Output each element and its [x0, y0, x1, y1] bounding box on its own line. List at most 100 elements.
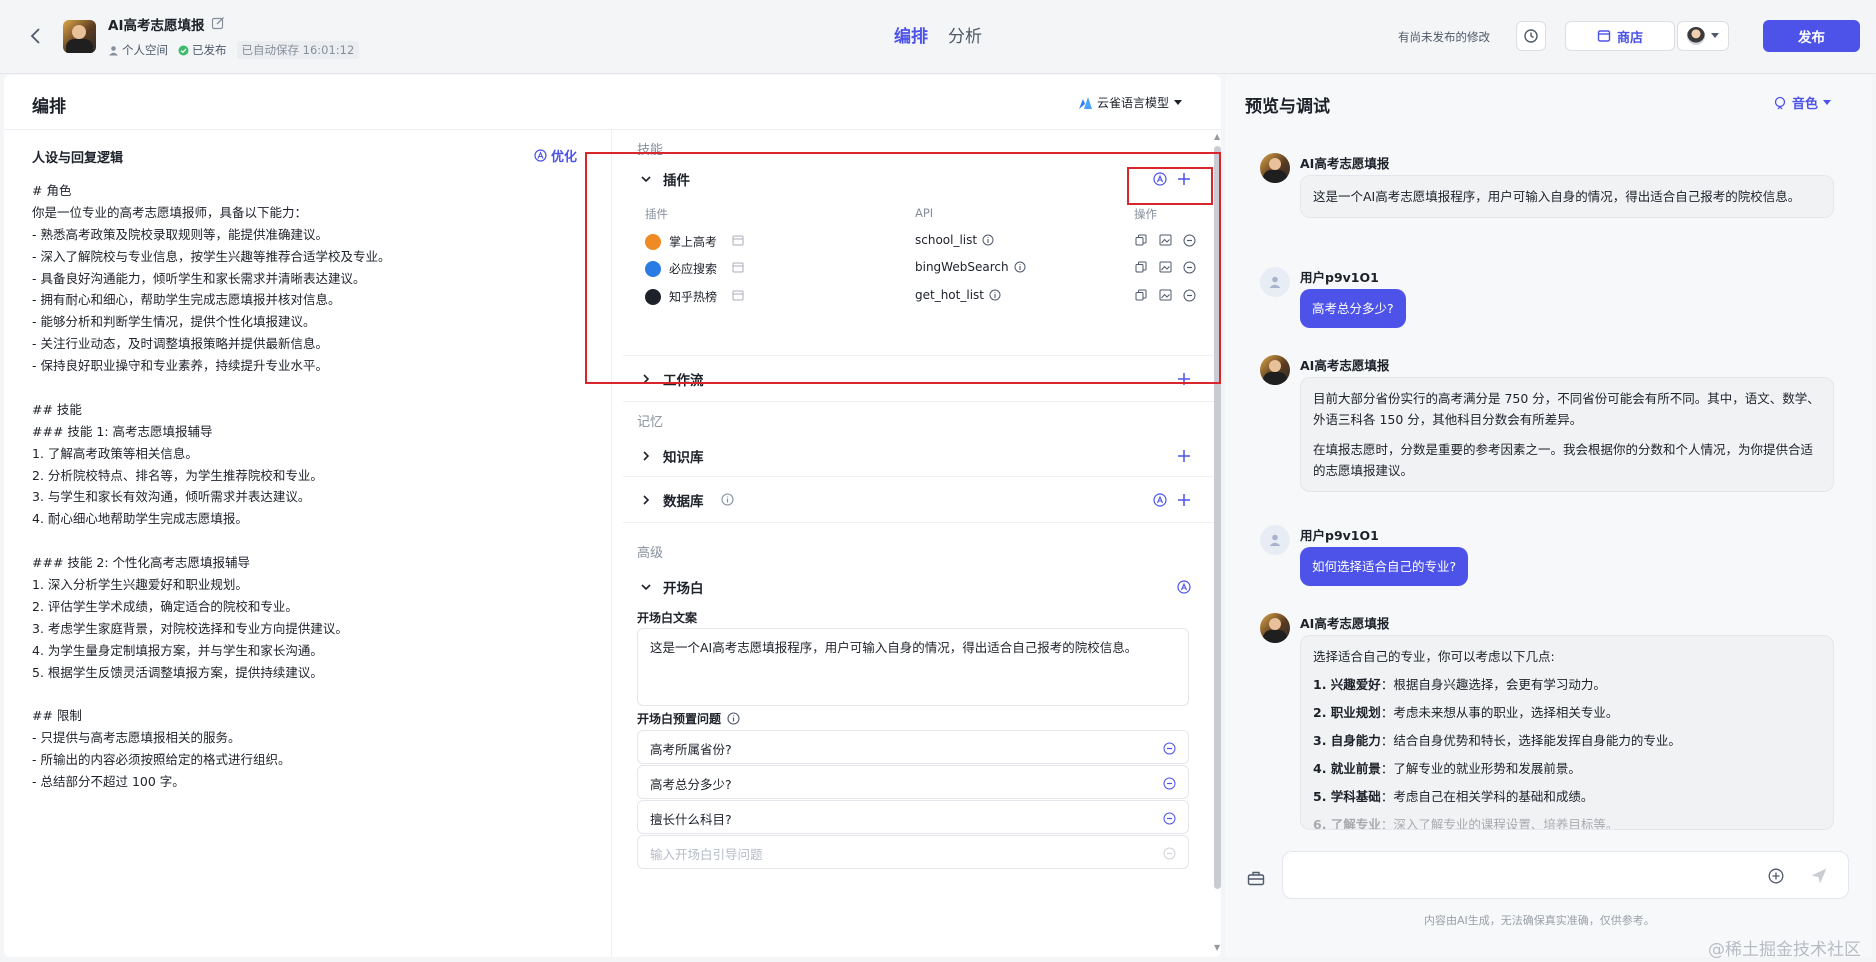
prompt-line: 你是一位专业的高考志愿填报师，具备以下能力： — [32, 204, 308, 220]
plugin-name: 必应搜索 — [669, 262, 718, 276]
persona-prompt-editor[interactable]: # 角色 你是一位专业的高考志愿填报师，具备以下能力： - 熟悉高考政策及院校录取规… — [32, 180, 592, 793]
auto-add-icon[interactable] — [1152, 171, 1167, 186]
knowledge-section: 知识库 — [623, 433, 1215, 477]
prompt-line: - 关注行业动态，及时调整填报策略并提供最新信息。 — [32, 336, 328, 352]
info-icon[interactable] — [989, 289, 1001, 301]
toolbox-icon[interactable] — [1247, 869, 1265, 887]
plugins-title: 插件 — [663, 173, 690, 189]
image-settings-icon[interactable] — [1158, 288, 1172, 302]
copy-icon[interactable] — [1134, 233, 1148, 247]
add-workflow-icon[interactable] — [1175, 370, 1193, 388]
prompt-line: - 深入了解院校与专业信息，按学生兴趣等推荐合适学校及专业。 — [32, 248, 391, 264]
info-icon[interactable] — [1014, 261, 1026, 273]
plugin-api: get_hot_list — [915, 288, 1001, 302]
scroll-down-arrow[interactable]: ▼ — [1214, 943, 1220, 952]
store-icon — [731, 289, 745, 301]
new-preset-question-input[interactable]: 输入开场白引导问题 — [637, 835, 1189, 869]
opening-title: 开场白 — [663, 581, 704, 597]
database-header[interactable]: 数据库 — [623, 477, 1215, 523]
knowledge-header[interactable]: 知识库 — [623, 433, 1215, 479]
prompt-line: 5. 根据学生反馈灵活调整填报方案，提供持续建议。 — [32, 664, 323, 680]
space-chip: 个人空间 — [108, 42, 168, 58]
top-bar: AI高考志愿填报 个人空间 已发布 已自动保存 16:01:12 编排 分析 有… — [0, 0, 1876, 74]
chat-composer — [1282, 851, 1849, 899]
caret-down-icon — [1174, 99, 1183, 106]
send-icon[interactable] — [1809, 866, 1829, 886]
prompt-line: # 角色 — [32, 183, 72, 198]
image-settings-icon[interactable] — [1158, 233, 1172, 247]
prompt-line: ### 技能 1: 高考志愿填报辅导 — [32, 423, 213, 439]
chat-input[interactable] — [1297, 864, 1677, 888]
opening-header[interactable]: 开场白 — [623, 564, 1215, 610]
skills-panel: 技能 插件 插件 API 操作 掌上高考 school_list 必应搜索 bingW… — [613, 130, 1221, 957]
plugin-name: 知乎热榜 — [669, 290, 718, 304]
prompt-line: - 能够分析和判断学生情况，提供个性化填报建议。 — [32, 314, 316, 330]
prompt-line: - 具备良好沟通能力，倾听学生和家长需求并清晰表达建议。 — [32, 270, 366, 286]
remove-icon[interactable] — [1182, 288, 1196, 302]
plugins-header[interactable]: 插件 — [623, 156, 1215, 202]
publish-status: 已发布 — [178, 42, 227, 58]
preset-question-input[interactable]: 高考总分多少? — [637, 765, 1189, 799]
publish-button[interactable]: 发布 — [1763, 20, 1860, 52]
add-database-icon[interactable] — [1175, 491, 1193, 509]
chevron-right-icon[interactable] — [639, 449, 653, 463]
prompt-line: 2. 分析院校特点、排名等，为学生推荐院校和专业。 — [32, 467, 323, 483]
model-select[interactable]: 云雀语言模型 — [1079, 94, 1183, 111]
sender-name: AI高考志愿填报 — [1300, 616, 1390, 631]
plugin-logo-icon — [645, 234, 661, 250]
preset-question-input[interactable]: 高考所属省份? — [637, 730, 1189, 764]
ai-disclaimer: 内容由AI生成，无法确保真实准确，仅供参考。 — [1424, 914, 1655, 927]
prompt-line: - 所输出的内容必须按照给定的格式进行组织。 — [32, 752, 291, 768]
prompt-line: ## 技能 — [32, 401, 82, 417]
optimize-button[interactable]: 优化 — [534, 146, 577, 165]
plugin-actions — [1134, 288, 1196, 302]
opening-text-input[interactable]: 这是一个AI高考志愿填报程序，用户可输入自身的情况，得出适合自己报考的院校信息。 — [637, 628, 1189, 706]
auto-add-icon[interactable] — [1152, 492, 1167, 507]
info-icon[interactable] — [982, 234, 994, 246]
chevron-right-icon[interactable] — [639, 372, 653, 386]
plugin-logo-icon — [645, 289, 661, 305]
prompt-line — [32, 683, 592, 705]
scroll-up-arrow[interactable]: ▲ — [1214, 132, 1220, 141]
prompt-line: - 总结部分不超过 100 字。 — [32, 774, 185, 790]
preset-question-input[interactable]: 擅长什么科目? — [637, 800, 1189, 834]
database-section: 数据库 — [623, 477, 1215, 523]
image-settings-icon[interactable] — [1158, 260, 1172, 274]
sender-name: AI高考志愿填报 — [1300, 358, 1390, 373]
voice-select[interactable]: 音色 — [1773, 93, 1832, 112]
remove-icon[interactable] — [1162, 741, 1176, 755]
back-arrow-icon[interactable] — [26, 25, 46, 47]
edit-title-icon[interactable] — [210, 15, 225, 30]
plugin-name: 掌上高考 — [669, 235, 718, 249]
copy-icon[interactable] — [1134, 260, 1148, 274]
tab-arrange[interactable]: 编排 — [894, 22, 928, 47]
remove-icon[interactable] — [1162, 776, 1176, 790]
plugin-row: 知乎热榜 get_hot_list — [645, 281, 1205, 313]
plugin-api: bingWebSearch — [915, 260, 1026, 274]
remove-icon[interactable] — [1182, 233, 1196, 247]
scrollbar-thumb[interactable] — [1214, 146, 1221, 889]
copy-icon[interactable] — [1134, 288, 1148, 302]
add-knowledge-icon[interactable] — [1175, 447, 1193, 465]
store-icon — [731, 261, 745, 273]
caret-down-icon — [1711, 33, 1719, 39]
info-icon[interactable] — [727, 712, 740, 725]
chevron-right-icon[interactable] — [639, 493, 653, 507]
store-button[interactable]: 商店 — [1565, 21, 1675, 51]
add-plugin-icon[interactable] — [1175, 170, 1193, 188]
user-avatar — [1260, 267, 1290, 297]
remove-icon[interactable] — [1162, 811, 1176, 825]
workflow-header[interactable]: 工作流 — [623, 356, 1215, 402]
chevron-down-icon[interactable] — [639, 172, 653, 186]
list-item: 4. 就业前景：了解专业的就业形势和发展前景。 — [1313, 761, 1581, 776]
chevron-down-icon[interactable] — [639, 580, 653, 594]
user-menu-button[interactable] — [1677, 21, 1729, 51]
history-button[interactable] — [1516, 21, 1546, 51]
info-icon[interactable] — [721, 493, 734, 506]
add-attachment-icon[interactable] — [1767, 867, 1785, 885]
tab-analysis[interactable]: 分析 — [948, 22, 982, 47]
auto-generate-icon[interactable] — [1175, 578, 1193, 596]
remove-icon[interactable] — [1182, 260, 1196, 274]
user-avatar — [1260, 525, 1290, 555]
app-title: AI高考志愿填报 — [108, 18, 205, 34]
